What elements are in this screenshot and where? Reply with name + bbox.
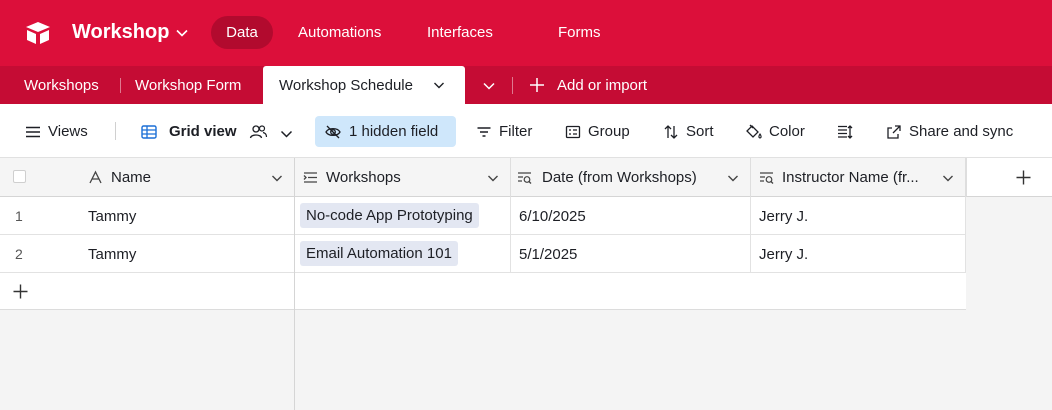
plus-icon[interactable] [529,77,545,93]
column-label: Date (from Workshops) [542,169,697,186]
chevron-down-icon[interactable] [271,172,283,184]
nav-forms[interactable]: Forms [558,24,601,41]
column-header-name[interactable]: Name [0,158,295,197]
cell-text: Tammy [88,208,137,225]
row-number: 2 [15,246,23,262]
workshops-cell[interactable]: No-code App Prototyping [295,197,511,235]
hamburger-icon[interactable] [25,124,41,140]
tab-divider [120,78,121,93]
row-number: 1 [15,208,23,224]
cell-text: Tammy [88,246,137,263]
eye-off-icon [325,125,341,139]
view-toolbar: Views Grid view 1 hidden field Filter Gr… [0,104,1052,158]
toolbar-divider [115,122,116,140]
column-label: Name [111,169,152,186]
sort-icon[interactable] [663,124,679,140]
top-bar: Workshop Data Automations Interfaces For… [0,0,1052,66]
text-field-icon [89,170,102,184]
nav-interfaces[interactable]: Interfaces [427,24,493,41]
name-cell[interactable]: Tammy [80,235,295,273]
hidden-fields-button[interactable]: 1 hidden field [315,116,456,147]
cell-text: Jerry J. [759,246,809,263]
filter-button[interactable]: Filter [499,123,532,140]
workshops-cell[interactable]: Email Automation 101 [295,235,511,273]
tab-workshop-schedule[interactable]: Workshop Schedule [263,66,465,104]
add-or-import-button[interactable]: Add or import [557,77,647,94]
chevron-down-icon[interactable] [487,172,499,184]
linked-record-pill[interactable]: No-code App Prototyping [300,203,479,228]
column-header-date[interactable]: Date (from Workshops) [511,158,751,197]
linked-record-icon [303,172,317,183]
share-icon[interactable] [886,124,902,140]
date-cell[interactable]: 6/10/2025 [511,197,751,235]
grid-icon[interactable] [141,124,157,140]
chevron-down-icon[interactable] [280,126,293,142]
plus-icon [13,284,28,299]
lookup-icon [518,172,532,184]
linked-record-pill[interactable]: Email Automation 101 [300,241,458,266]
hidden-fields-label: 1 hidden field [349,123,439,140]
group-icon[interactable] [565,124,581,140]
nav-automations[interactable]: Automations [298,24,381,41]
instructor-cell[interactable]: Jerry J. [751,197,966,235]
cell-text: Jerry J. [759,208,809,225]
grid-header-row: Name Workshops Date (from Workshops) Ins… [0,158,1052,197]
base-logo-icon[interactable] [24,20,52,46]
column-label: Workshops [326,169,401,186]
row-height-icon[interactable] [837,124,853,140]
table-tab-bar: Workshops Workshop Form Workshop Schedul… [0,66,1052,104]
table-row[interactable]: 2 Tammy Email Automation 101 5/1/2025 Je… [0,235,966,273]
add-record-row[interactable] [0,273,966,310]
group-button[interactable]: Group [588,123,630,140]
lookup-icon [760,172,774,184]
column-header-workshops[interactable]: Workshops [295,158,511,197]
add-field-button[interactable] [966,158,1052,197]
cell-text: 6/10/2025 [519,208,586,225]
base-name[interactable]: Workshop [72,21,169,44]
people-icon[interactable] [249,124,268,140]
filter-icon[interactable] [476,124,492,140]
cell-text: 5/1/2025 [519,246,578,263]
color-button[interactable]: Color [769,123,805,140]
plus-icon [1016,170,1031,185]
tab-workshop-form[interactable]: Workshop Form [135,77,241,94]
chevron-down-icon[interactable] [942,172,954,184]
paint-bucket-icon[interactable] [745,124,763,140]
column-label: Instructor Name (fr... [782,169,919,186]
tab-workshops[interactable]: Workshops [24,77,99,94]
chevron-down-icon[interactable] [727,172,739,184]
column-header-instructor[interactable]: Instructor Name (fr... [751,158,966,197]
view-name[interactable]: Grid view [169,123,237,140]
table-row[interactable]: 1 Tammy No-code App Prototyping 6/10/202… [0,197,966,235]
views-button[interactable]: Views [48,123,88,140]
name-cell[interactable]: Tammy [80,197,295,235]
share-and-sync-button[interactable]: Share and sync [909,123,1013,140]
instructor-cell[interactable]: Jerry J. [751,235,966,273]
more-tables-chevron-icon[interactable] [482,79,496,93]
tab-divider [512,77,513,94]
sort-button[interactable]: Sort [686,123,714,140]
chevron-down-icon[interactable] [433,79,445,91]
tab-active-label: Workshop Schedule [279,77,413,94]
frozen-divider [294,273,295,310]
chevron-down-icon[interactable] [175,26,189,40]
nav-data[interactable]: Data [211,16,273,49]
date-cell[interactable]: 5/1/2025 [511,235,751,273]
